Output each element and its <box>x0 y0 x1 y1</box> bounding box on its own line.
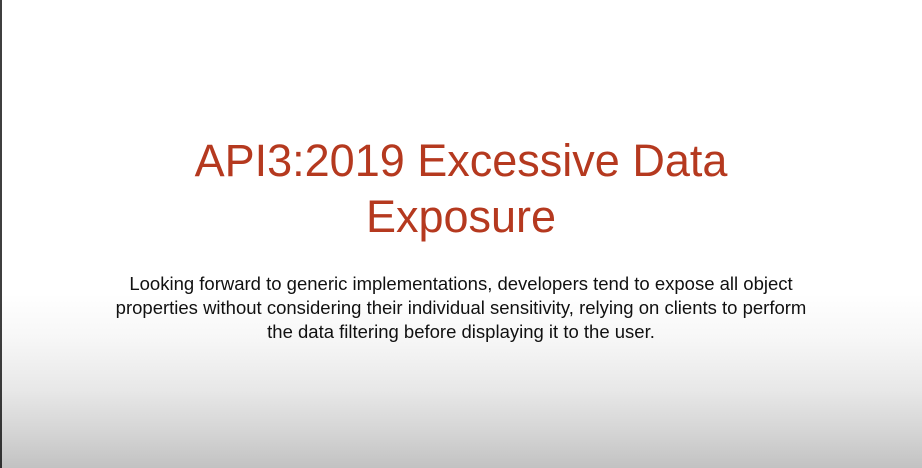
presentation-slide: API3:2019 Excessive Data Exposure Lookin… <box>0 0 922 468</box>
slide-title-line-1: API3:2019 Excessive Data <box>194 135 728 186</box>
slide-body-text: Looking forward to generic implementatio… <box>115 273 807 342</box>
slide-title: API3:2019 Excessive Data Exposure <box>0 133 922 245</box>
slide-title-line-2: Exposure <box>365 191 557 242</box>
